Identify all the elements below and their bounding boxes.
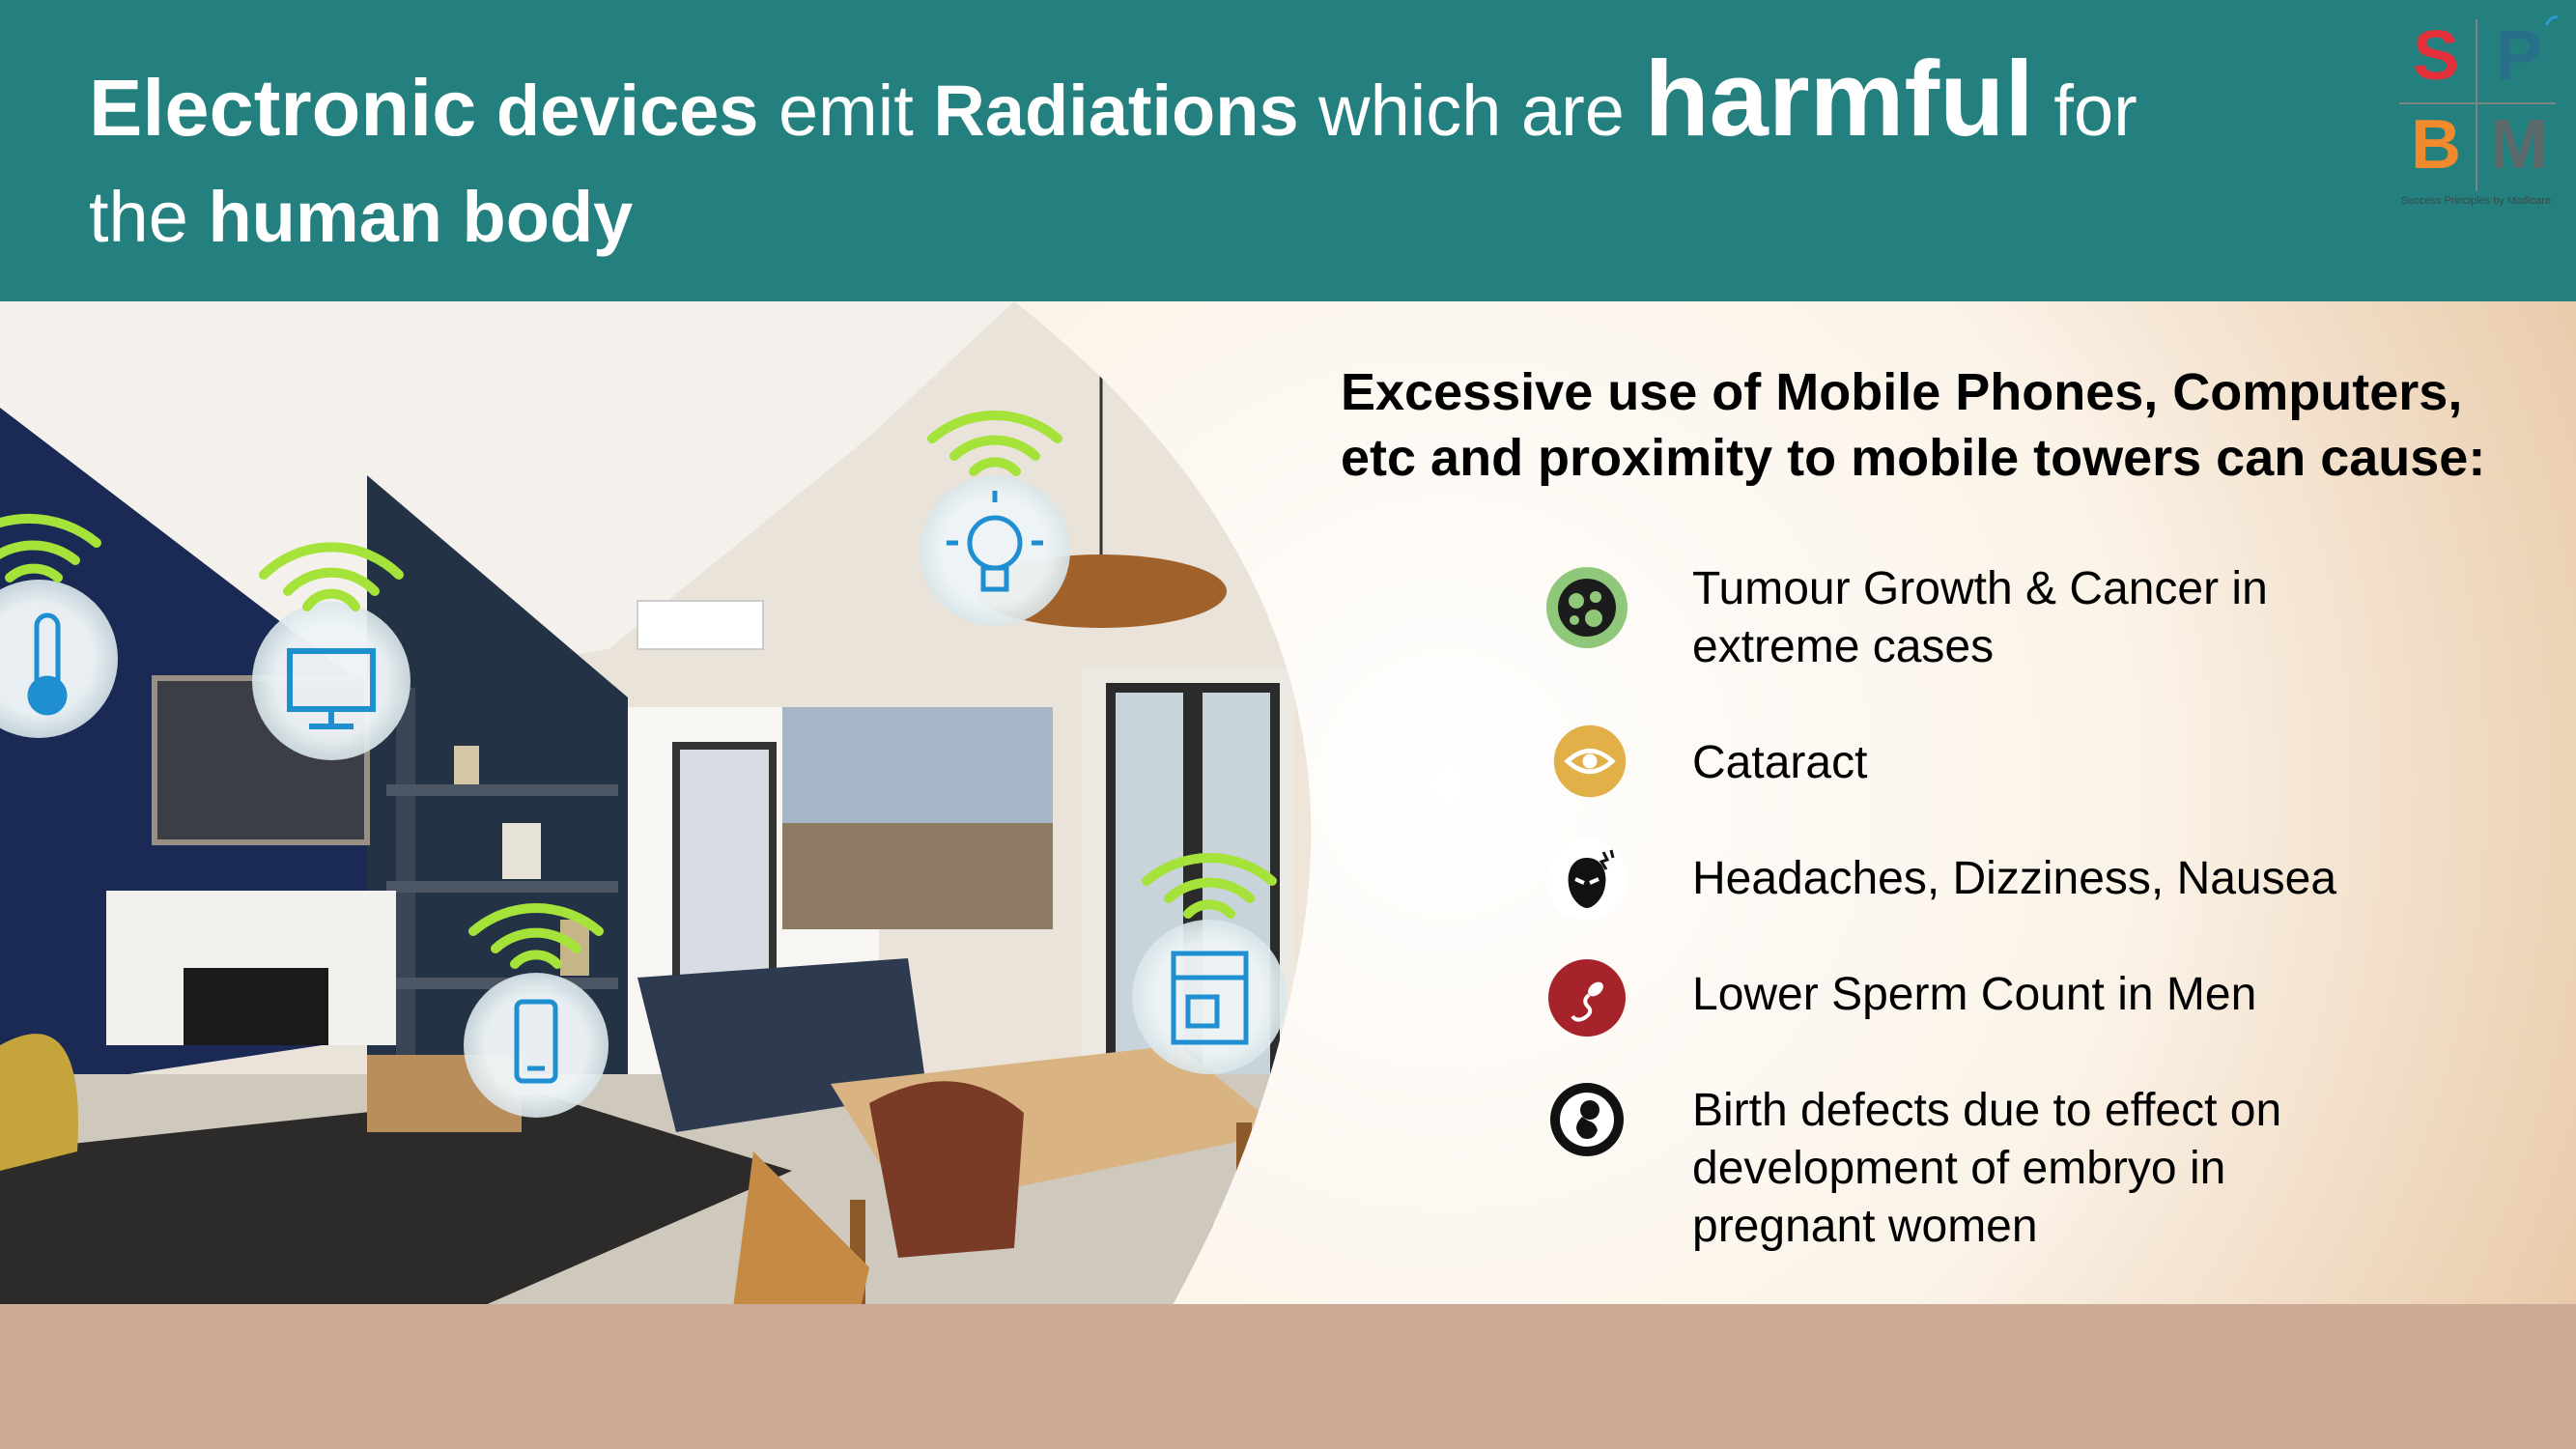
title-word: the [89, 177, 209, 257]
effect-text: pregnant women [1692, 1201, 2038, 1252]
title-line-2: the human body [89, 182, 2310, 253]
sperm-icon [1548, 959, 1626, 1037]
slide-title: Electronic devices emit Radiations which… [89, 46, 2310, 253]
title-word: for [2033, 71, 2137, 151]
title-word: Radiations [933, 71, 1299, 151]
logo-letter-b: B [2411, 106, 2461, 184]
logo-letter-p: P [2495, 17, 2543, 95]
cell-tumour-icon [1546, 567, 1628, 648]
logo-divider [2399, 102, 2556, 104]
title-word: emit [758, 71, 934, 151]
title-word: which are [1298, 71, 1645, 151]
yellow-armchair [0, 1034, 78, 1171]
logo-tagline: Success Principles by Modicare [2400, 195, 2552, 207]
title-line-1: Electronic devices emit Radiations which… [89, 46, 2310, 153]
heading-line: etc and proximity to mobile towers can c… [1341, 429, 2486, 487]
logo-swoosh-icon [2544, 15, 2559, 26]
spbm-logo: S P B M Success Principles by Modicare [2392, 14, 2561, 207]
effect-text: Headaches, Dizziness, Nausea [1692, 853, 2337, 904]
effect-text: Birth defects due to effect on [1692, 1085, 2282, 1136]
effect-text: development of embryo in [1692, 1143, 2226, 1194]
effect-text: extreme cases [1692, 621, 1995, 672]
causes-heading: Excessive use of Mobile Phones, Computer… [1341, 359, 2558, 491]
logo-divider [2476, 19, 2477, 191]
headache-face-icon [1546, 839, 1628, 921]
effect-text: Lower Sperm Count in Men [1692, 969, 2257, 1020]
effect-text: Tumour Growth & Cancer in [1692, 563, 2268, 614]
logo-letter-m: M [2490, 106, 2548, 184]
title-word: harmful [1644, 40, 2034, 158]
embryo-icon [1550, 1083, 1624, 1156]
heading-line: Excessive use of Mobile Phones, Computer… [1341, 363, 2463, 421]
title-word: devices [476, 71, 759, 151]
logo-letter-s: S [2412, 17, 2460, 95]
title-word: Electronic [89, 63, 477, 153]
effect-text: Cataract [1692, 737, 1868, 788]
bottom-band [0, 1304, 2576, 1449]
title-word: human body [208, 177, 634, 257]
eye-icon [1553, 724, 1627, 798]
